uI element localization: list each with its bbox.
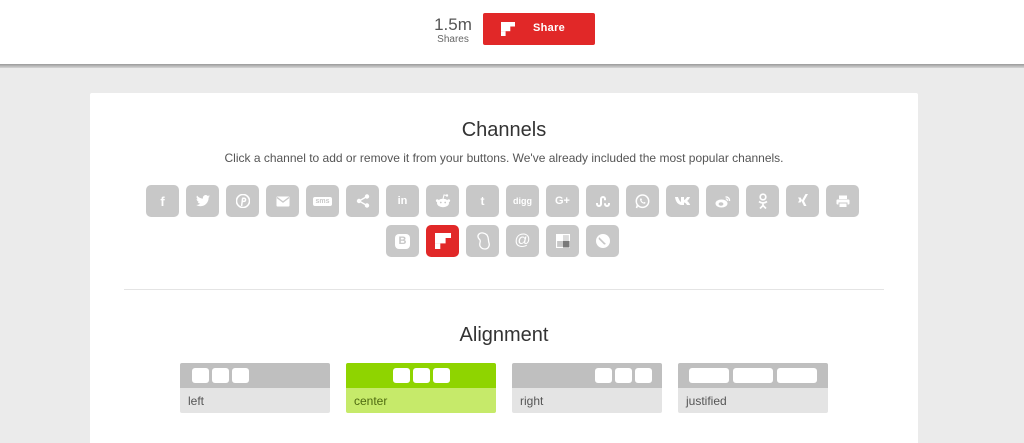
alignment-preview-center (346, 363, 496, 388)
linkedin-icon: in (397, 195, 408, 207)
channel-blogger[interactable]: B (386, 225, 419, 257)
alignment-preview-left (180, 363, 330, 388)
channel-meneame[interactable] (466, 225, 499, 257)
mailru-icon: @ (514, 232, 531, 249)
preview-button (777, 368, 817, 383)
channels-description: Click a channel to add or remove it from… (224, 151, 784, 165)
flipboard-icon (434, 233, 451, 249)
settings-card: Channels Click a channel to add or remov… (90, 93, 918, 443)
preview-button (733, 368, 773, 383)
odnoklassniki-icon (758, 193, 767, 209)
preview-button (689, 368, 729, 383)
preview-button (595, 368, 612, 383)
share-count: 1.5m Shares (428, 15, 478, 46)
channel-whatsapp[interactable] (626, 185, 659, 217)
digg-icon: digg (513, 196, 532, 206)
channel-weibo[interactable] (706, 185, 739, 217)
weibo-icon (715, 195, 730, 207)
alignment-option-left[interactable]: left (180, 363, 330, 413)
alignment-label-right: right (512, 388, 662, 413)
alignment-title: Alignment (459, 324, 549, 346)
alignment-preview-right (512, 363, 662, 388)
livejournal-icon (595, 234, 610, 248)
channel-facebook[interactable]: f (146, 185, 179, 217)
alignment-label-center: center (346, 388, 496, 413)
stumbleupon-icon (595, 196, 610, 207)
facebook-icon: f (160, 193, 165, 209)
sms-icon: sms (313, 196, 332, 206)
delicious-icon (555, 234, 570, 248)
preview-button (192, 368, 209, 383)
top-bar: 1.5m Shares Share (0, 0, 1024, 64)
channel-reddit[interactable] (426, 185, 459, 217)
alignment-label-left: left (180, 388, 330, 413)
whatsapp-icon (635, 193, 650, 208)
channel-print[interactable] (826, 185, 859, 217)
preview-button (413, 368, 430, 383)
xing-icon (797, 193, 808, 206)
preview-button (212, 368, 229, 383)
preview-button (615, 368, 632, 383)
email-icon (276, 196, 289, 206)
share-icon (356, 194, 369, 208)
channel-tumblr[interactable]: t (466, 185, 499, 217)
preview-button (433, 368, 450, 383)
channel-pinterest[interactable] (226, 185, 259, 217)
reddit-icon (435, 194, 450, 208)
channel-email[interactable] (266, 185, 299, 217)
share-button[interactable]: Share (483, 13, 595, 45)
channel-livejournal[interactable] (586, 225, 619, 257)
share-count-label: Shares (437, 34, 469, 45)
top-bar-shadow (0, 64, 1024, 68)
alignment-option-justified[interactable]: justified (678, 363, 828, 413)
channel-googleplus[interactable]: G+ (546, 185, 579, 217)
preview-button (232, 368, 249, 383)
channel-linkedin[interactable]: in (386, 185, 419, 217)
tumblr-icon: t (480, 194, 485, 208)
share-count-value: 1.5m (434, 15, 472, 34)
preview-button (635, 368, 652, 383)
print-icon (836, 195, 849, 208)
share-button-label: Share (533, 22, 566, 34)
alignment-label-justified: justified (678, 388, 828, 413)
section-divider (124, 289, 884, 290)
preview-button (393, 368, 410, 383)
channel-delicious[interactable] (546, 225, 579, 257)
channel-sms[interactable]: sms (306, 185, 339, 217)
pinterest-icon (235, 194, 250, 208)
vk-icon (674, 197, 690, 205)
channel-xing[interactable] (786, 185, 819, 217)
alignment-preview-justified (678, 363, 828, 388)
channels-title: Channels (461, 119, 547, 141)
channel-odnoklassniki[interactable] (746, 185, 779, 217)
channel-mailru[interactable]: @ (506, 225, 539, 257)
alignment-option-center[interactable]: center (346, 363, 496, 413)
channel-stumbleupon[interactable] (586, 185, 619, 217)
twitter-icon (195, 195, 210, 207)
channel-digg[interactable]: digg (506, 185, 539, 217)
channel-flipboard[interactable] (426, 225, 459, 257)
blogger-icon: B (395, 233, 410, 249)
alignment-option-right[interactable]: right (512, 363, 662, 413)
meneame-icon (476, 232, 490, 250)
channel-vk[interactable] (666, 185, 699, 217)
channel-twitter[interactable] (186, 185, 219, 217)
google-plus-icon: G+ (555, 195, 570, 207)
flipboard-icon (501, 22, 515, 36)
channel-sharethis[interactable] (346, 185, 379, 217)
